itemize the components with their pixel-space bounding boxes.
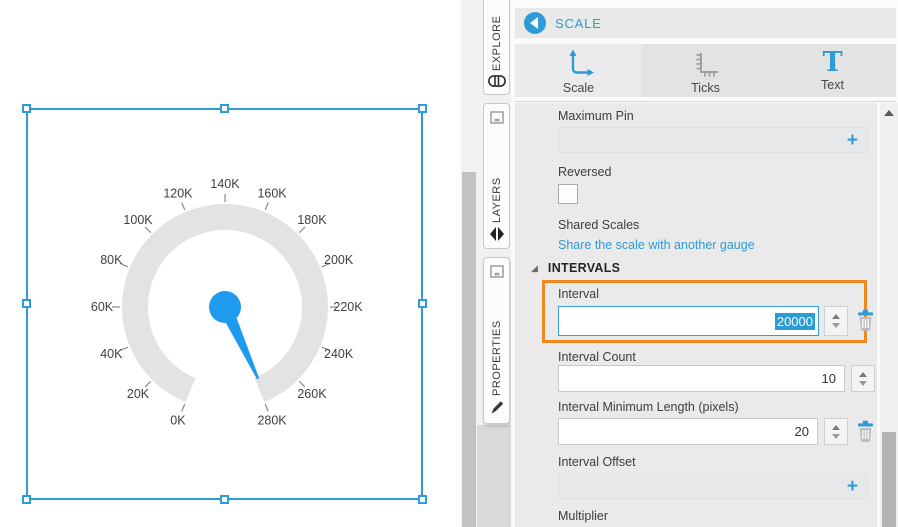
tab-scale[interactable]: Scale — [515, 44, 642, 97]
explore-tab-label: EXPLORE — [491, 4, 503, 71]
spinner-up-icon[interactable] — [832, 425, 840, 430]
interval-highlight-box: Interval 20000 — [542, 280, 867, 343]
panel-title: SCALE — [555, 16, 602, 31]
interval-offset-add-bar[interactable]: + — [558, 473, 868, 499]
trash-icon — [856, 420, 875, 442]
interval-count-label: Interval Count — [558, 350, 636, 364]
selection-handle-s[interactable] — [220, 495, 229, 504]
tab-text[interactable]: T Text — [769, 44, 896, 97]
plus-icon[interactable]: + — [847, 131, 858, 150]
tabstrip-filler — [477, 425, 511, 527]
intervals-section-label: INTERVALS — [548, 261, 620, 275]
spinner-down-icon[interactable] — [859, 381, 867, 386]
window-icon — [490, 111, 504, 124]
shared-scales-label: Shared Scales — [558, 218, 639, 232]
tab-text-label: Text — [821, 78, 844, 92]
properties-panel: SCALE Scale — [511, 0, 898, 527]
selection-handle-nw[interactable] — [22, 104, 31, 113]
trash-icon — [856, 309, 875, 331]
tab-ticks-label: Ticks — [691, 81, 720, 95]
panel-scrollbar[interactable] — [880, 103, 898, 527]
maximum-pin-label: Maximum Pin — [558, 109, 634, 123]
design-canvas[interactable]: 0K20K40K60K80K100K120K140K160K180K200K22… — [0, 0, 461, 527]
share-scale-link[interactable]: Share the scale with another gauge — [558, 238, 755, 252]
interval-offset-label: Interval Offset — [558, 455, 636, 469]
reversed-label: Reversed — [558, 165, 612, 179]
interval-min-length-label: Interval Minimum Length (pixels) — [558, 400, 739, 414]
multiplier-label: Multiplier — [558, 509, 608, 523]
interval-count-value: 10 — [822, 371, 844, 386]
interval-label: Interval — [558, 287, 599, 301]
reversed-checkbox[interactable] — [558, 184, 578, 204]
sidebar-tab-explore[interactable]: EXPLORE — [483, 0, 510, 95]
expander-icon[interactable]: ◢ — [531, 264, 538, 273]
maximum-pin-add-bar[interactable]: + — [558, 127, 868, 153]
spinner-up-icon[interactable] — [832, 314, 840, 319]
interval-count-input[interactable]: 10 — [558, 365, 845, 392]
interval-trash-button[interactable] — [856, 309, 876, 331]
sidebar-tab-layers[interactable]: LAYERS — [483, 103, 510, 249]
canvas-scrollbar[interactable] — [461, 0, 477, 527]
tab-ticks[interactable]: Ticks — [642, 44, 769, 97]
ticks-axis-icon — [689, 47, 723, 79]
selection-handle-ne[interactable] — [418, 104, 427, 113]
gauge-selection-rect[interactable] — [26, 108, 423, 500]
pencil-icon — [489, 400, 505, 416]
selection-handle-e[interactable] — [418, 299, 427, 308]
canvas-scrollbar-thumb[interactable] — [462, 172, 476, 527]
window-icon — [490, 265, 504, 278]
panel-divider — [515, 101, 896, 102]
back-button[interactable] — [524, 12, 546, 34]
interval-min-length-trash-button[interactable] — [856, 420, 876, 442]
explore-data-icon — [488, 75, 506, 87]
sidebar-tab-properties[interactable]: PROPERTIES — [483, 257, 510, 424]
layers-tab-label: LAYERS — [491, 128, 503, 223]
interval-value-selected: 20000 — [775, 313, 815, 330]
selection-handle-n[interactable] — [220, 104, 229, 113]
selection-handle-se[interactable] — [418, 495, 427, 504]
scroll-up-icon[interactable] — [884, 110, 894, 116]
properties-tab-label: PROPERTIES — [491, 282, 503, 396]
tab-scale-label: Scale — [563, 81, 594, 95]
spinner-up-icon[interactable] — [859, 372, 867, 377]
panel-scrollbar-thumb[interactable] — [882, 432, 896, 527]
spinner-down-icon[interactable] — [832, 434, 840, 439]
panel-tabs: Scale Ticks T Text — [515, 44, 896, 97]
panel-header: SCALE — [515, 8, 896, 38]
selection-handle-sw[interactable] — [22, 495, 31, 504]
interval-min-length-spinner[interactable] — [824, 418, 848, 445]
spinner-down-icon[interactable] — [832, 323, 840, 328]
side-tabstrip: EXPLORE LAYERS PROPERTIES — [477, 0, 511, 527]
interval-min-length-value: 20 — [795, 424, 817, 439]
interval-min-length-input[interactable]: 20 — [558, 418, 818, 445]
plus-icon[interactable]: + — [847, 477, 858, 496]
text-icon: T — [822, 50, 842, 76]
scale-axis-icon — [562, 47, 596, 79]
interval-count-spinner[interactable] — [851, 365, 875, 392]
intervals-section-header[interactable]: ◢ INTERVALS — [531, 261, 620, 275]
layers-icon — [489, 227, 505, 241]
selection-handle-w[interactable] — [22, 299, 31, 308]
interval-spinner[interactable] — [824, 306, 848, 336]
gauge-designer-app: 0K20K40K60K80K100K120K140K160K180K200K22… — [0, 0, 898, 527]
panel-scroll-content: Maximum Pin + Reversed Shared Scales Sha… — [515, 103, 877, 527]
interval-input[interactable]: 20000 — [558, 306, 819, 336]
